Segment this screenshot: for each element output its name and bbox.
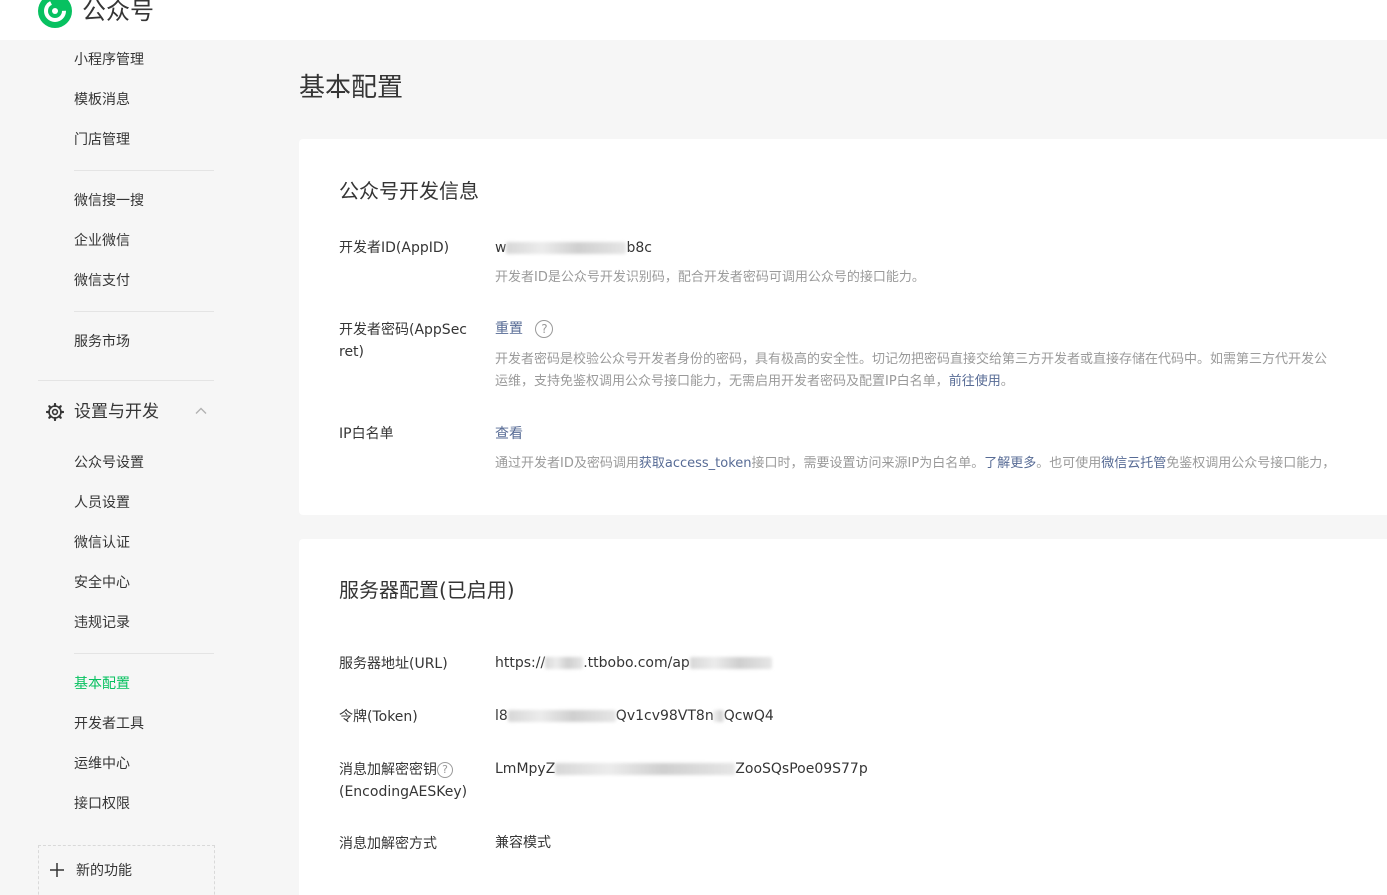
- redacted-blur: [507, 710, 616, 722]
- help-icon[interactable]: ?: [437, 762, 453, 778]
- sidebar-item-template-message[interactable]: 模板消息: [74, 90, 130, 110]
- cloud-hosting-link[interactable]: 微信云托管: [1101, 456, 1166, 471]
- encrypt-mode-label: 消息加解密方式: [339, 836, 437, 852]
- aeskey-label-line1: 消息加解密密钥?: [339, 759, 474, 781]
- appsecret-desc-text: 运维，支持免鉴权调用公众号接口能力，无需启用开发者密码及配置IP白名单，: [495, 374, 949, 389]
- new-feature-label: 新的功能: [76, 863, 132, 879]
- access-token-link[interactable]: 获取access_token: [639, 456, 752, 471]
- go-use-link[interactable]: 前往使用: [949, 374, 1001, 389]
- aeskey-label: 消息加解密密钥? (EncodingAESKey): [339, 759, 474, 803]
- view-whitelist-link[interactable]: 查看: [495, 426, 523, 442]
- sidebar: 小程序管理 模板消息 门店管理 微信搜一搜 企业微信 微信支付 服务市场 设置与…: [0, 40, 250, 895]
- chevron-up-icon[interactable]: [194, 404, 208, 418]
- dev-info-card: 公众号开发信息 开发者ID(AppID) w b8c 开发者ID是公众号开发识别码…: [299, 139, 1387, 515]
- aeskey-value-end: oSQsPoe09S77p: [753, 761, 868, 777]
- appid-value[interactable]: w b8c: [495, 237, 652, 259]
- sidebar-item-api-permissions[interactable]: 接口权限: [74, 794, 130, 814]
- redacted-blur: [713, 710, 724, 722]
- ip-whitelist-label: IP白名单: [339, 426, 394, 442]
- wechat-official-logo-icon: [38, 0, 72, 28]
- redacted-blur: [506, 242, 627, 254]
- appid-value-start: w: [495, 240, 507, 256]
- redacted-blur: [545, 657, 584, 669]
- url-value-mid: .ttbobo.com/ap: [583, 655, 690, 671]
- sidebar-divider: [74, 311, 214, 312]
- brand[interactable]: 公众号: [38, 0, 154, 28]
- sidebar-item-service-market[interactable]: 服务市场: [74, 332, 130, 352]
- sidebar-item-verification[interactable]: 微信认证: [74, 533, 130, 553]
- gear-icon: [46, 403, 64, 421]
- ip-desc-part3: 。也可使用: [1036, 456, 1102, 471]
- redacted-blur: [689, 657, 772, 669]
- sidebar-item-wechat-pay[interactable]: 微信支付: [74, 271, 130, 291]
- appid-value-end: b8c: [626, 240, 652, 256]
- learn-more-link[interactable]: 了解更多: [984, 456, 1036, 471]
- sidebar-item-security-center[interactable]: 安全中心: [74, 573, 130, 593]
- sidebar-item-work-wechat[interactable]: 企业微信: [74, 231, 130, 251]
- token-value-end: Qv1cv98VT8n: [615, 708, 714, 724]
- sidebar-item-dev-tools[interactable]: 开发者工具: [74, 714, 144, 734]
- help-icon[interactable]: ?: [535, 320, 554, 338]
- ip-desc-part1: 通过开发者ID及密码调用: [495, 456, 639, 471]
- dev-info-title: 公众号开发信息: [339, 179, 479, 203]
- server-config-title: 服务器配置(已启用): [339, 578, 515, 602]
- aeskey-value-midtail: Zo: [735, 761, 754, 777]
- appid-label: 开发者ID(AppID): [339, 240, 450, 256]
- appsecret-actions: 重置 ?: [495, 318, 554, 340]
- sidebar-item-violation-record[interactable]: 违规记录: [74, 613, 130, 633]
- token-value-tail: QcwQ4: [723, 708, 774, 724]
- appid-description: 开发者ID是公众号开发识别码，配合开发者密码可调用公众号的接口能力。: [495, 270, 925, 285]
- appsecret-label-line2: ret): [339, 344, 365, 360]
- sidebar-item-store[interactable]: 门店管理: [74, 130, 130, 150]
- ip-desc-part2: 接口时，需要设置访问来源IP为白名单。: [751, 456, 985, 471]
- redacted-blur: [555, 763, 736, 775]
- brand-name: 公众号: [82, 0, 154, 25]
- sidebar-divider: [74, 653, 214, 654]
- token-label: 令牌(Token): [339, 709, 418, 725]
- reset-secret-link[interactable]: 重置: [495, 321, 523, 337]
- ip-whitelist-actions: 查看: [495, 423, 523, 445]
- aeskey-label-line2: (EncodingAESKey): [339, 784, 468, 800]
- sidebar-item-basic-config[interactable]: 基本配置: [74, 674, 130, 694]
- sidebar-item-miniprogram[interactable]: 小程序管理: [74, 50, 144, 70]
- top-bar: 公众号: [0, 0, 1387, 40]
- token-value-start: l8: [495, 708, 508, 724]
- sidebar-item-ops-center[interactable]: 运维中心: [74, 754, 130, 774]
- sidebar-item-account-settings[interactable]: 公众号设置: [74, 453, 144, 473]
- appsecret-description-line1: 开发者密码是校验公众号开发者身份的密码，具有极高的安全性。切记勿把密码直接交给第…: [495, 352, 1328, 367]
- sidebar-group-label: 设置与开发: [74, 402, 159, 422]
- sidebar-item-member-settings[interactable]: 人员设置: [74, 493, 130, 513]
- plus-icon: [50, 863, 64, 877]
- appsecret-description-line2: 运维，支持免鉴权调用公众号接口能力，无需启用开发者密码及配置IP白名单，前往使用…: [495, 371, 1014, 393]
- aeskey-value-start: LmMpyZ: [495, 761, 556, 777]
- appsecret-label: 开发者密码(AppSec ret): [339, 319, 474, 363]
- sidebar-divider: [74, 170, 214, 171]
- ip-desc-part4: 免鉴权调用公众号接口能力，: [1166, 456, 1336, 471]
- appsecret-desc-end: 。: [1000, 374, 1014, 389]
- url-value-start: https://: [495, 655, 546, 671]
- new-feature-button[interactable]: 新的功能: [38, 845, 215, 895]
- appsecret-label-line1: 开发者密码(AppSec: [339, 322, 468, 338]
- server-config-card: 服务器配置(已启用) 服务器地址(URL) https:// .ttbobo.co…: [299, 539, 1387, 895]
- token-value[interactable]: l8 Qv1cv98VT8n QcwQ4: [495, 705, 774, 727]
- page-title: 基本配置: [299, 73, 404, 103]
- sidebar-item-search[interactable]: 微信搜一搜: [74, 191, 144, 211]
- aeskey-label-text: 消息加解密密钥: [339, 762, 437, 778]
- encrypt-mode-value: 兼容模式: [495, 835, 551, 851]
- server-url-label: 服务器地址(URL): [339, 656, 448, 672]
- sidebar-divider: [38, 380, 214, 381]
- aeskey-value[interactable]: LmMpyZ ZooSQsPoe09S77p: [495, 758, 868, 780]
- sidebar-group-settings-dev[interactable]: 设置与开发: [46, 400, 214, 424]
- server-url-value[interactable]: https:// .ttbobo.com/ap: [495, 652, 772, 674]
- ip-whitelist-description: 通过开发者ID及密码调用获取access_token接口时，需要设置访问来源IP…: [495, 453, 1335, 475]
